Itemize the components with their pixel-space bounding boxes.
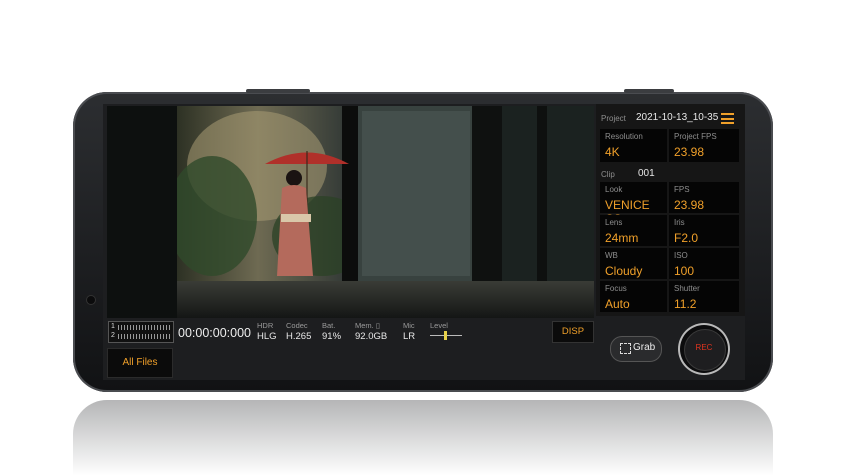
- look-setting[interactable]: Look VENICE CS: [600, 182, 667, 226]
- focus-value: Auto: [605, 297, 630, 311]
- memory-value: 92.0GB: [355, 331, 388, 342]
- iris-label: Iris: [674, 218, 685, 227]
- grab-icon: [620, 343, 631, 354]
- resolution-value: 4K: [605, 145, 620, 159]
- battery-value: 91%: [322, 331, 342, 342]
- fps-value: 23.98: [674, 198, 705, 212]
- wb-value: Cloudy: [605, 264, 643, 278]
- app-screen: Project 2021-10-13_10-35 Resolution 4K P…: [103, 104, 745, 380]
- disp-button[interactable]: DISP: [552, 321, 594, 343]
- device-reflection: [73, 400, 773, 476]
- menu-icon[interactable]: [721, 113, 734, 124]
- clip-label: Clip: [601, 170, 615, 179]
- lens-setting[interactable]: Lens 24mm: [600, 215, 667, 246]
- codec-label: Codec: [286, 321, 308, 330]
- mic-value: LR: [403, 331, 416, 342]
- iso-label: ISO: [674, 251, 688, 260]
- lens-label: Lens: [605, 218, 623, 227]
- hdr-label: HDR: [257, 321, 274, 330]
- viewfinder[interactable]: [107, 106, 594, 318]
- fps-setting[interactable]: FPS 23.98: [669, 182, 739, 213]
- project-fps-value: 23.98: [674, 145, 705, 159]
- focus-label: Focus: [605, 284, 627, 293]
- project-fps-setting[interactable]: Project FPS 23.98: [669, 129, 739, 162]
- clip-number: 001: [638, 168, 655, 179]
- project-name: 2021-10-13_10-35: [636, 112, 719, 123]
- look-label: Look: [605, 185, 623, 194]
- lens-value: 24mm: [605, 231, 639, 245]
- audio-channel-1: 1: [111, 323, 115, 330]
- level-indicator: [430, 331, 462, 340]
- volume-button: [246, 89, 310, 93]
- project-fps-label: Project FPS: [674, 132, 717, 141]
- shutter-value: 11.2: [674, 297, 697, 311]
- battery-label: Bat.: [322, 321, 336, 330]
- shutter-setting[interactable]: Shutter 11.2: [669, 281, 739, 312]
- resolution-label: Resolution: [605, 132, 643, 141]
- iso-setting[interactable]: ISO 100: [669, 248, 739, 279]
- timecode: 00:00:00:000: [178, 326, 251, 340]
- grab-button[interactable]: Grab: [610, 336, 662, 362]
- project-label: Project: [601, 114, 626, 123]
- grab-label: Grab: [633, 342, 656, 353]
- rec-label: REC: [695, 343, 713, 352]
- bottom-bar: 1 2 00:00:00:000 HDR HLG Codec H.265 Bat…: [103, 318, 745, 380]
- power-button: [624, 89, 674, 93]
- iso-value: 100: [674, 264, 695, 278]
- shutter-label: Shutter: [674, 284, 700, 293]
- audio-level-meter: 1 2: [108, 321, 174, 343]
- mic-label: Mic: [403, 321, 415, 330]
- all-files-button[interactable]: All Files: [107, 348, 173, 378]
- viewfinder-image: [107, 106, 594, 318]
- memory-label: Mem. ▯: [355, 321, 380, 330]
- wb-label: WB: [605, 251, 618, 260]
- iris-value: F2.0: [674, 231, 699, 245]
- audio-channel-2: 2: [111, 332, 115, 339]
- settings-panel: Project 2021-10-13_10-35 Resolution 4K P…: [596, 104, 745, 316]
- iris-setting[interactable]: Iris F2.0: [669, 215, 739, 246]
- rec-button[interactable]: REC: [678, 323, 730, 375]
- focus-setting[interactable]: Focus Auto: [600, 281, 667, 312]
- level-label: Level: [430, 321, 448, 330]
- resolution-setting[interactable]: Resolution 4K: [600, 129, 667, 162]
- fps-label: FPS: [674, 185, 690, 194]
- codec-value: H.265: [286, 331, 312, 342]
- front-camera: [87, 296, 95, 304]
- wb-setting[interactable]: WB Cloudy: [600, 248, 667, 279]
- hdr-value: HLG: [257, 331, 277, 342]
